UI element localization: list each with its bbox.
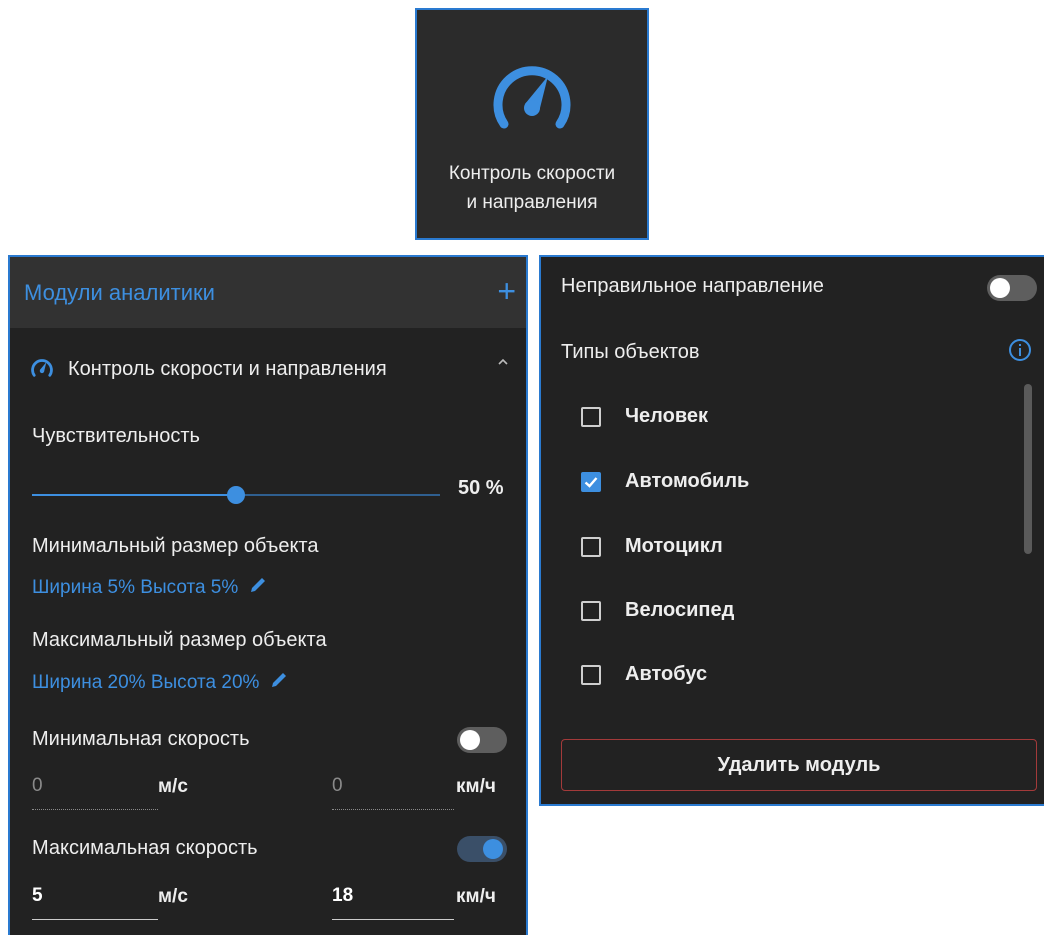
max-speed-toggle[interactable] [457,836,507,862]
min-speed-ms-field[interactable]: 0 [32,775,158,810]
object-types-label: Типы объектов [561,341,700,363]
slider-knob[interactable] [227,486,245,504]
object-type-label: Автомобиль [625,470,750,492]
min-speed-kmh-field[interactable]: 0 [332,775,454,810]
max-speed-ms-unit: м/с [158,886,188,907]
module-row[interactable]: Контроль скорости и направления [30,353,510,385]
max-speed-ms-value: 5 [32,885,43,906]
object-type-item[interactable]: Автобус [581,663,707,686]
speedometer-icon [30,357,54,382]
min-speed-label: Минимальная скорость [32,728,250,750]
object-type-item[interactable]: Велосипед [581,599,734,622]
min-speed-ms-unit: м/с [158,776,188,797]
max-speed-ms-field[interactable]: 5 [32,885,158,920]
pencil-icon[interactable] [269,670,289,696]
wrong-direction-toggle[interactable] [987,275,1037,301]
tile-title-line1: Контроль скорости [448,163,616,184]
module-label: Контроль скорости и направления [68,357,387,380]
sensitivity-slider[interactable] [32,485,440,505]
checkbox[interactable] [581,536,601,557]
object-type-item[interactable]: Автомобиль [581,470,749,493]
module-tile[interactable]: Контроль скорости и направления [415,8,649,240]
chevron-up-icon[interactable] [496,355,510,374]
checkbox[interactable] [581,600,601,621]
checkbox[interactable] [581,664,601,685]
min-speed-toggle[interactable] [457,727,507,753]
slider-fill [32,494,236,496]
min-size-label: Минимальный размер объекта [32,535,319,557]
checkmark-icon [584,476,598,488]
module-settings-panel: Неправильное направление Типы объектов Ч… [539,255,1044,806]
max-size-link[interactable]: Ширина 20% Высота 20% [32,670,289,696]
min-speed-kmh-value: 0 [332,775,343,796]
panel-title: Модули аналитики [24,279,215,305]
min-size-link[interactable]: Ширина 5% Высота 5% [32,575,268,601]
speedometer-icon [490,58,574,135]
scrollbar[interactable] [1024,384,1032,554]
checkbox[interactable] [581,406,601,427]
max-speed-kmh-field[interactable]: 18 [332,885,454,920]
sensitivity-label: Чувствительность [32,425,200,447]
object-type-item[interactable]: Человек [581,405,708,428]
object-type-label: Мотоцикл [625,535,723,557]
pencil-icon[interactable] [248,575,268,601]
info-icon[interactable] [1008,338,1032,367]
analytics-modules-panel: Модули аналитики + Контроль скорости и н… [8,255,528,935]
max-size-value: Ширина 20% Высота 20% [32,672,260,693]
max-speed-label: Максимальная скорость [32,837,258,859]
plus-icon[interactable]: + [497,271,516,311]
min-speed-kmh-unit: км/ч [456,776,496,797]
max-speed-kmh-unit: км/ч [456,886,496,907]
checkbox-checked[interactable] [581,471,601,492]
object-type-label: Человек [625,405,708,427]
object-type-label: Велосипед [625,599,735,621]
sensitivity-value: 50 % [458,477,504,499]
object-type-item[interactable]: Мотоцикл [581,535,723,558]
max-speed-kmh-value: 18 [332,885,354,906]
min-speed-ms-value: 0 [32,775,43,796]
tile-title-line2: и направления [466,192,598,213]
min-size-value: Ширина 5% Высота 5% [32,577,239,598]
object-type-label: Автобус [625,663,708,685]
wrong-direction-label: Неправильное направление [561,275,824,297]
tile-title: Контроль скорости и направления [449,159,615,217]
delete-module-button[interactable]: Удалить модуль [561,739,1037,791]
max-size-label: Максимальный размер объекта [32,629,327,651]
panel-header: Модули аналитики + [10,257,526,328]
